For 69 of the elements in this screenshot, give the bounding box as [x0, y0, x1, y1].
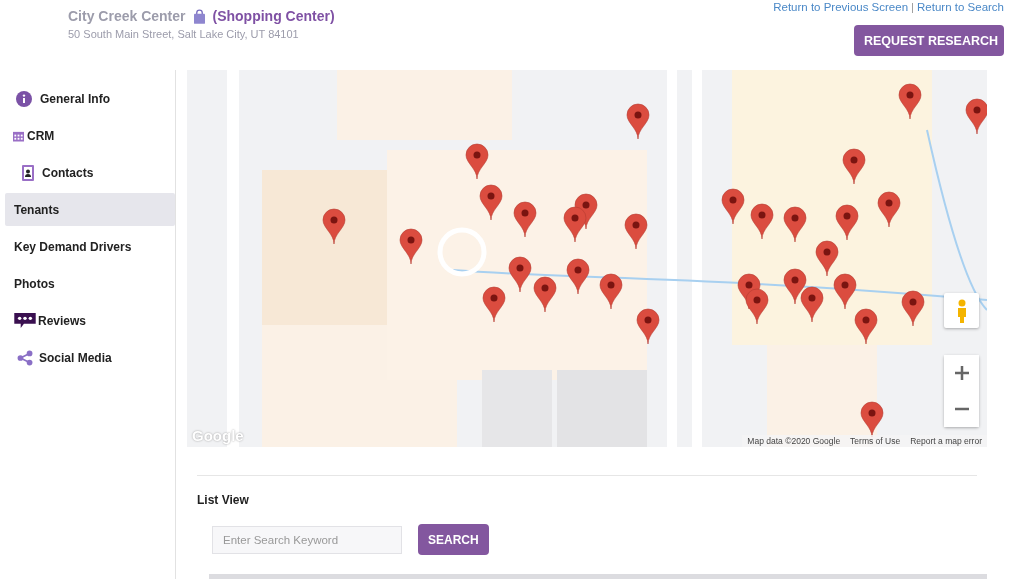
sidebar-label: Photos: [14, 276, 55, 291]
map-pin-icon[interactable]: [624, 213, 648, 250]
map-pin-icon[interactable]: [566, 258, 590, 295]
map-pin-icon[interactable]: [626, 103, 650, 140]
map-pin-icon[interactable]: [835, 204, 859, 241]
sidebar-item[interactable]: Key Demand Drivers: [5, 230, 175, 263]
map-attribution[interactable]: Terms of Use: [850, 436, 901, 446]
map-pin-icon[interactable]: [399, 228, 423, 265]
map-pin-icon[interactable]: [898, 83, 922, 120]
sidebar-item[interactable]: Contacts: [5, 156, 175, 189]
section-title: List View: [197, 493, 250, 507]
map-pin-icon[interactable]: [783, 268, 807, 305]
map-pin-icon[interactable]: [599, 273, 623, 310]
map-pin-icon[interactable]: [800, 286, 824, 323]
map-attribution[interactable]: Report a map error: [910, 436, 982, 446]
search-field[interactable]: Enter Search Keyword: [212, 525, 402, 554]
speech-bubble-icon: [14, 313, 36, 328]
property-address: 50 South Main Street, Salt Lake City, UT 84101: [68, 28, 300, 40]
map-pin-icon[interactable]: [965, 98, 987, 135]
plus-icon: [954, 366, 969, 380]
map-pin-icon[interactable]: [533, 276, 557, 313]
map-pin-icon[interactable]: [901, 290, 925, 327]
return-previous-link[interactable]: Return to Previous Screen: [773, 1, 909, 13]
map-attribution: Map data ©2020 Google: [747, 436, 841, 446]
sidebar-item[interactable]: Tenants: [5, 193, 175, 226]
map-pin-icon[interactable]: [563, 206, 587, 243]
sidebar-item[interactable]: Social Media: [5, 341, 175, 374]
map-pin-icon[interactable]: [815, 240, 839, 277]
property-title: City Creek Center: [68, 8, 186, 24]
zoom-out-button[interactable]: [944, 391, 979, 427]
sidebar-label: General Info: [40, 91, 110, 106]
contact-card-icon: [20, 164, 36, 181]
return-search-link[interactable]: Return to Search: [917, 1, 1004, 13]
map-pin-icon[interactable]: [479, 184, 503, 221]
sidebar-label: Contacts: [42, 165, 94, 180]
person-icon: [955, 298, 968, 323]
map-pin-icon[interactable]: [636, 308, 660, 345]
sidebar-label: Key Demand Drivers: [14, 239, 132, 254]
calendar-icon: [13, 129, 24, 142]
map-pin-icon[interactable]: [833, 273, 857, 310]
map-pin-icon[interactable]: [842, 148, 866, 185]
shopping-bag-icon: [193, 8, 205, 24]
map-pin-icon[interactable]: [860, 401, 884, 438]
map-pin-icon[interactable]: [750, 203, 774, 240]
map-pin-icon[interactable]: [322, 208, 346, 245]
sidebar-item[interactable]: Photos: [5, 267, 175, 300]
map-pin-icon[interactable]: [465, 143, 489, 180]
map-pin-icon[interactable]: [482, 286, 506, 323]
request-research-button[interactable]: REQUEST RESEARCH: [854, 25, 1004, 56]
property-category: (Shopping Center): [212, 8, 335, 24]
map-pin-icon[interactable]: [854, 308, 878, 345]
link-separator: |: [911, 1, 915, 13]
search-button[interactable]: SEARCH: [418, 524, 489, 555]
sidebar-label: Reviews: [38, 313, 87, 328]
sidebar-item[interactable]: General Info: [5, 82, 175, 115]
info-icon: [16, 90, 32, 107]
zoom-in-button[interactable]: [944, 355, 979, 391]
sidebar-label: Tenants: [14, 202, 60, 217]
map-pin-icon[interactable]: [513, 201, 537, 238]
map-pin-icon[interactable]: [877, 191, 901, 228]
map-pin-icon[interactable]: [721, 188, 745, 225]
sidebar-item[interactable]: CRM: [5, 119, 175, 152]
map-pin-icon[interactable]: [508, 256, 532, 293]
map-pin-icon[interactable]: [783, 206, 807, 243]
share-icon: [17, 349, 33, 366]
sidebar-label: CRM: [27, 128, 55, 143]
map-pin-icon[interactable]: [745, 288, 769, 325]
sidebar-label: Social Media: [39, 350, 112, 365]
sidebar-item[interactable]: Reviews: [5, 304, 175, 337]
